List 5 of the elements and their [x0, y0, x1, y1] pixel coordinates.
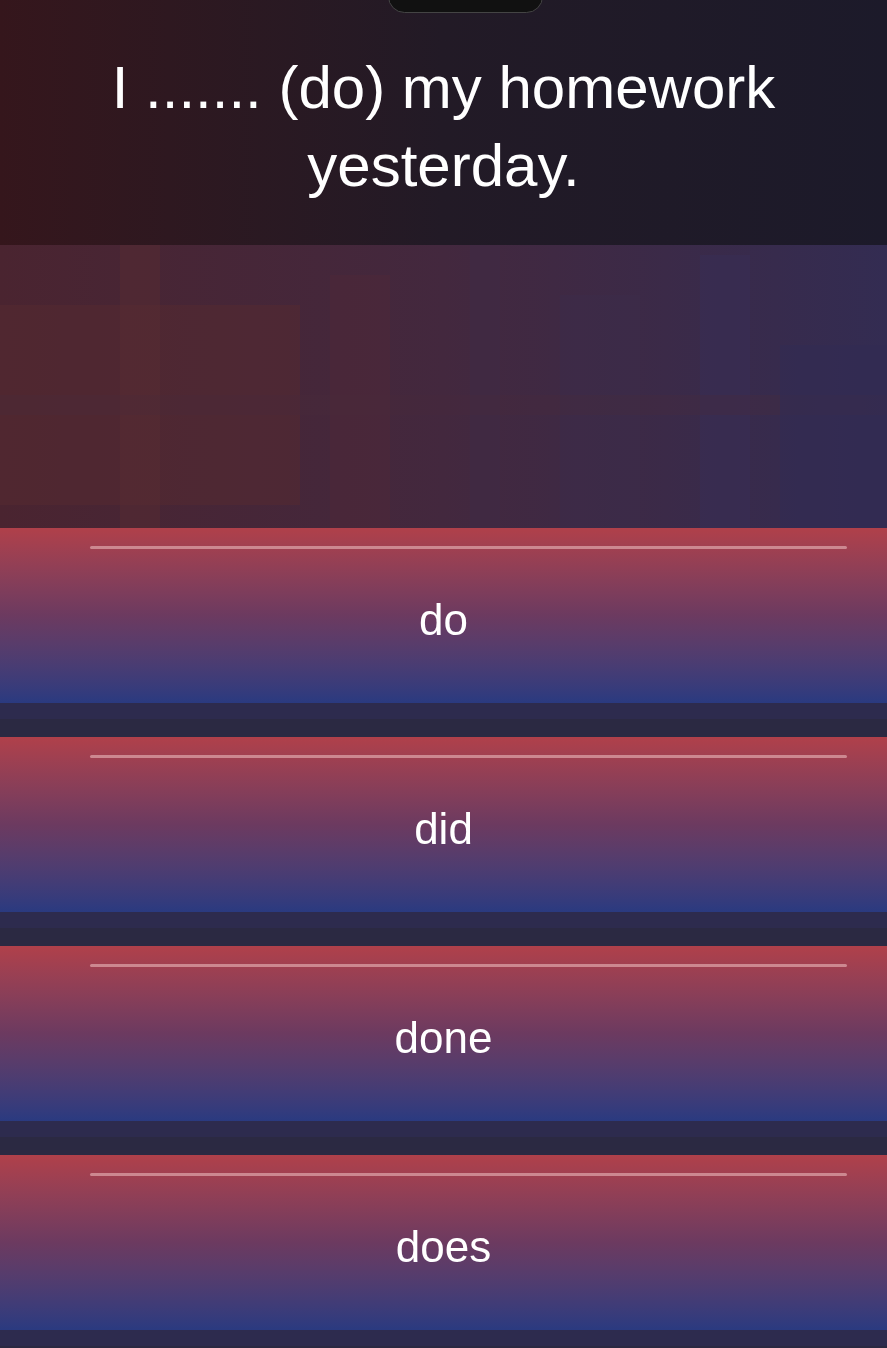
answer-button[interactable]: do: [0, 528, 887, 719]
question-text: I ....... (do) my homework yesterday.: [110, 52, 777, 201]
answer-button[interactable]: does: [0, 1155, 887, 1346]
answer-button[interactable]: done: [0, 946, 887, 1137]
answer-button[interactable]: did: [0, 737, 887, 928]
